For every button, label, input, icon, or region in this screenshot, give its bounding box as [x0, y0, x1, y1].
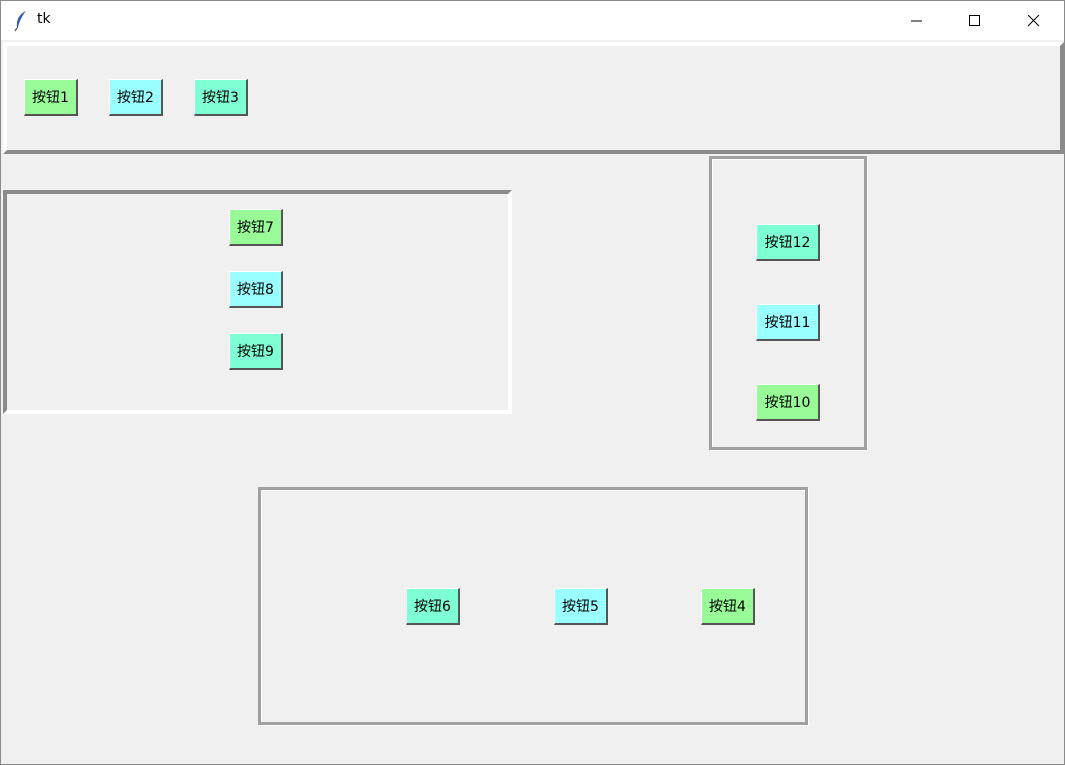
- close-button[interactable]: [1005, 1, 1063, 40]
- button-5[interactable]: 按钮5: [554, 588, 608, 625]
- minimize-button[interactable]: [888, 1, 946, 40]
- right-frame: 按钮12 按钮11 按钮10: [709, 156, 867, 450]
- feather-icon: [14, 11, 26, 32]
- button-9[interactable]: 按钮9: [229, 333, 283, 370]
- maximize-button[interactable]: [946, 1, 1004, 40]
- app-window: tk 按钮1 按钮2 按钮3 按钮7 按钮8 按钮9 按钮12 按钮11 按钮1…: [0, 0, 1065, 765]
- title-bar[interactable]: tk: [1, 1, 1064, 40]
- button-2[interactable]: 按钮2: [109, 79, 163, 116]
- left-frame: 按钮7 按钮8 按钮9: [3, 190, 512, 414]
- maximize-icon: [969, 14, 980, 26]
- button-3[interactable]: 按钮3: [194, 79, 248, 116]
- button-10[interactable]: 按钮10: [756, 384, 820, 421]
- button-6[interactable]: 按钮6: [406, 588, 460, 625]
- window-title: tk: [37, 11, 51, 27]
- minimize-icon: [911, 20, 922, 21]
- button-12[interactable]: 按钮12: [756, 224, 820, 261]
- button-11[interactable]: 按钮11: [756, 304, 820, 341]
- button-1[interactable]: 按钮1: [24, 79, 78, 116]
- bottom-frame: 按钮6 按钮5 按钮4: [258, 487, 808, 725]
- top-frame: 按钮1 按钮2 按钮3: [3, 42, 1064, 154]
- button-4[interactable]: 按钮4: [701, 588, 755, 625]
- button-7[interactable]: 按钮7: [229, 209, 283, 246]
- button-8[interactable]: 按钮8: [229, 271, 283, 308]
- close-icon: [1028, 14, 1040, 26]
